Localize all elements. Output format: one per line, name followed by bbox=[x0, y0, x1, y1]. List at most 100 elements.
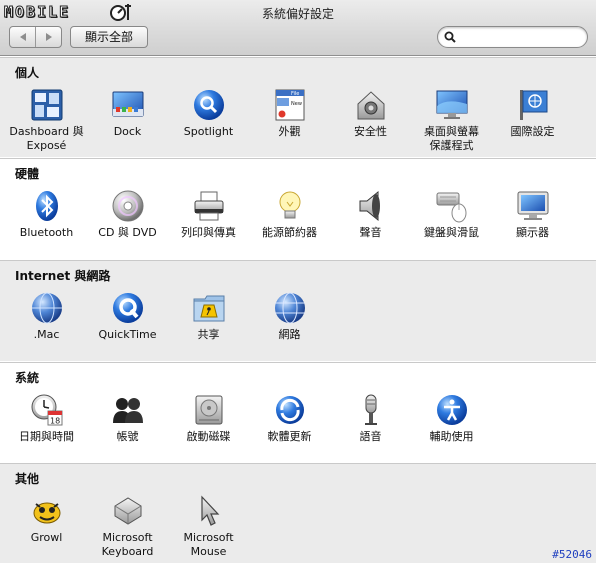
pref-growl[interactable]: Growl bbox=[6, 494, 87, 545]
pref-label: 語音 bbox=[359, 430, 382, 443]
search-input[interactable] bbox=[460, 29, 580, 45]
pref-displays[interactable]: 顯示器 bbox=[492, 189, 573, 240]
pref-keyboard-mouse[interactable]: 鍵盤與滑鼠 bbox=[411, 189, 492, 240]
pref-label: 國際設定 bbox=[510, 125, 555, 138]
pref-appearance[interactable]: File New 外觀 bbox=[249, 88, 330, 139]
pref-energy-saver[interactable]: 能源節約器 bbox=[249, 189, 330, 240]
software-update-icon bbox=[275, 396, 304, 424]
pref-label: 顯示器 bbox=[516, 226, 549, 239]
svg-text:File: File bbox=[291, 91, 299, 97]
pref-label: Growl bbox=[30, 531, 63, 544]
pref-label: Dashboard 與 Exposé bbox=[9, 125, 84, 152]
security-icon bbox=[357, 91, 384, 120]
pref-accounts[interactable]: 帳號 bbox=[87, 393, 168, 444]
ms-mouse-icon bbox=[200, 495, 219, 526]
pref-label: Dock bbox=[113, 125, 142, 138]
pref-label: 桌面與螢幕 保護程式 bbox=[424, 125, 479, 152]
pref-label: .Mac bbox=[33, 328, 60, 341]
pref-cd-dvd[interactable]: CD 與 DVD bbox=[87, 189, 168, 240]
appearance-icon: File New bbox=[275, 89, 304, 121]
pref-label: 列印與傳真 bbox=[181, 226, 236, 239]
pref-label: 聲音 bbox=[359, 226, 382, 239]
growl-icon bbox=[33, 502, 60, 524]
pref-security[interactable]: 安全性 bbox=[330, 88, 411, 139]
section-personal: 個人 Dashboard 與 Exposé Dock Spotlight Fil… bbox=[0, 57, 596, 157]
pref-print-fax[interactable]: 列印與傳真 bbox=[168, 189, 249, 240]
date-time-icon: 18 bbox=[31, 394, 62, 426]
pref-label: 能源節約器 bbox=[262, 226, 317, 239]
pref-network[interactable]: 網路 bbox=[249, 291, 330, 342]
energy-saver-icon bbox=[279, 191, 300, 219]
keyboard-mouse-icon bbox=[436, 192, 466, 223]
back-arrow-icon bbox=[19, 33, 26, 41]
pref-bluetooth[interactable]: Bluetooth bbox=[6, 189, 87, 240]
sound-icon bbox=[359, 190, 380, 222]
pref-date-time[interactable]: 18 日期與時間 bbox=[6, 393, 87, 444]
pref-speech[interactable]: 語音 bbox=[330, 393, 411, 444]
watermark-id: #52046 bbox=[552, 548, 592, 561]
pref-software-update[interactable]: 軟體更新 bbox=[249, 393, 330, 444]
section-other: 其他 Growl Microsoft Keyboard Microsoft Mo… bbox=[0, 463, 596, 563]
calendar-day-badge: 18 bbox=[50, 417, 60, 426]
spotlight-icon bbox=[193, 90, 224, 120]
displays-icon bbox=[517, 191, 548, 220]
back-forward-control bbox=[9, 26, 62, 48]
startup-disk-icon bbox=[195, 395, 222, 425]
section-internet-network: Internet 與網路 .Mac QuickTime 共享 網路 bbox=[0, 260, 596, 361]
desktop-screensaver-icon bbox=[436, 90, 467, 119]
window-title: 系統偏好設定 bbox=[261, 7, 334, 21]
window-toolbar: MOBILE 系統偏好設定 顯示全部 bbox=[0, 0, 596, 56]
pref-dotmac[interactable]: .Mac bbox=[6, 291, 87, 342]
pref-dock[interactable]: Dock bbox=[87, 88, 168, 139]
show-all-button[interactable]: 顯示全部 bbox=[70, 26, 148, 48]
search-field[interactable] bbox=[437, 26, 588, 48]
pref-label: Spotlight bbox=[183, 125, 234, 138]
pref-ms-keyboard[interactable]: Microsoft Keyboard bbox=[87, 494, 168, 559]
pref-label: 共享 bbox=[197, 328, 220, 341]
pref-label: CD 與 DVD bbox=[98, 226, 157, 239]
pref-universal-access[interactable]: 輔助使用 bbox=[411, 393, 492, 444]
pref-label: 帳號 bbox=[116, 430, 139, 443]
section-system: 系統 18 日期與時間 帳號 啟動磁碟 軟體更新 語音 輔助使用 bbox=[0, 362, 596, 462]
quicktime-icon bbox=[112, 293, 143, 323]
pref-sharing[interactable]: 共享 bbox=[168, 291, 249, 342]
pref-dashboard-expose[interactable]: Dashboard 與 Exposé bbox=[6, 88, 87, 153]
svg-text:New: New bbox=[291, 101, 302, 107]
pref-sound[interactable]: 聲音 bbox=[330, 189, 411, 240]
back-button[interactable] bbox=[10, 27, 35, 47]
pref-label: Microsoft Keyboard bbox=[101, 531, 154, 558]
dashboard-expose-icon bbox=[31, 89, 62, 121]
ms-keyboard-icon bbox=[114, 497, 141, 525]
international-icon bbox=[519, 90, 547, 120]
forward-arrow-icon bbox=[45, 33, 52, 41]
pref-startup-disk[interactable]: 啟動磁碟 bbox=[168, 393, 249, 444]
cd-dvd-icon bbox=[112, 190, 143, 222]
pref-label: 軟體更新 bbox=[267, 430, 312, 443]
pref-label: Bluetooth bbox=[19, 226, 74, 239]
bluetooth-icon bbox=[35, 191, 58, 221]
section-title: 硬體 bbox=[15, 167, 40, 181]
pref-label: 外觀 bbox=[278, 125, 301, 138]
network-icon bbox=[274, 292, 305, 324]
printer-icon bbox=[194, 191, 223, 221]
section-title: Internet 與網路 bbox=[15, 269, 111, 283]
speech-icon bbox=[364, 394, 377, 425]
pref-label: 日期與時間 bbox=[19, 430, 74, 443]
pref-label: Microsoft Mouse bbox=[183, 531, 234, 558]
pref-ms-mouse[interactable]: Microsoft Mouse bbox=[168, 494, 249, 559]
section-title: 系統 bbox=[15, 371, 40, 385]
pref-label: 安全性 bbox=[354, 125, 387, 138]
pref-international[interactable]: 國際設定 bbox=[492, 88, 573, 139]
section-hardware: 硬體 Bluetooth CD 與 DVD 列印與傳真 能源節約器 聲音 鍵盤與… bbox=[0, 158, 596, 259]
pref-desktop-screensaver[interactable]: 桌面與螢幕 保護程式 bbox=[411, 88, 492, 153]
pref-spotlight[interactable]: Spotlight bbox=[168, 88, 249, 139]
forward-button[interactable] bbox=[35, 27, 61, 47]
section-title: 個人 bbox=[15, 66, 40, 80]
sharing-icon bbox=[193, 295, 224, 322]
dotmac-icon bbox=[31, 292, 62, 324]
pref-quicktime[interactable]: QuickTime bbox=[87, 291, 168, 342]
universal-access-icon bbox=[436, 395, 467, 425]
pref-label: 輔助使用 bbox=[429, 430, 474, 443]
pref-label: QuickTime bbox=[98, 328, 157, 341]
accounts-icon bbox=[112, 398, 143, 423]
